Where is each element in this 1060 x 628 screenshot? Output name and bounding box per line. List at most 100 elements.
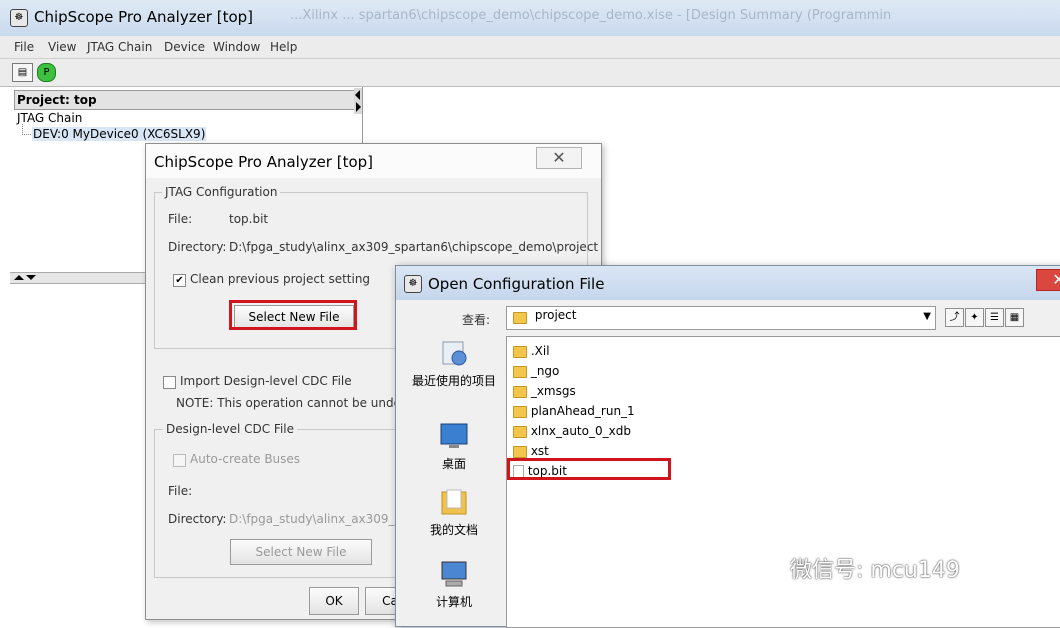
details-view-button[interactable]: ▦ (1005, 308, 1024, 327)
file-name: xlnx_auto_0_xdb (530, 424, 631, 438)
list-view-icon: ☰ (990, 312, 999, 323)
menu-bar: File View JTAG Chain Device Window Help (0, 36, 1060, 59)
new-folder-icon: ✦ (970, 312, 979, 323)
list-view-button[interactable]: ☰ (985, 308, 1004, 327)
menu-help[interactable]: Help (270, 40, 297, 54)
place-computer[interactable]: 计算机 (404, 560, 504, 610)
directory-label: Directory: (168, 240, 227, 254)
undo-note: NOTE: This operation cannot be undone (176, 396, 416, 410)
config-dialog-titlebar: ChipScope Pro Analyzer [top] ✕ (146, 144, 601, 178)
file-list-item[interactable]: .Xil (513, 344, 550, 358)
jtag-chain-icon: ▤ (17, 67, 28, 78)
cdc-select-new-file-button[interactable]: Select New File (230, 539, 372, 565)
main-window-title: ChipScope Pro Analyzer [top] (34, 8, 254, 26)
menu-window[interactable]: Window (213, 40, 260, 54)
look-in-value: project (534, 308, 577, 322)
details-view-icon: ▦ (1009, 312, 1020, 323)
watermark: 微信号: mcu149 (790, 558, 960, 583)
places-bar: 最近使用的项目 桌面 我的文档 计算机 (404, 336, 504, 626)
file-value: top.bit (229, 212, 269, 226)
file-list-item[interactable]: _xmsgs (513, 384, 576, 398)
place-computer-label: 计算机 (435, 595, 472, 609)
place-recent[interactable]: 最近使用的项目 (404, 340, 504, 390)
main-title-bar: ☸ ChipScope Pro Analyzer [top] ...Xilinx… (0, 0, 1060, 37)
jtag-configuration-legend: JTAG Configuration (162, 185, 281, 199)
import-cdc-label: Import Design-level CDC File (180, 374, 352, 388)
close-icon: ✕ (1052, 270, 1060, 289)
collapse-left-icon[interactable] (355, 90, 360, 100)
cdc-directory-label: Directory: (168, 512, 227, 526)
menu-jtag-chain[interactable]: JTAG Chain (87, 40, 152, 54)
splitter-down-icon[interactable] (26, 275, 36, 280)
new-folder-button[interactable]: ✦ (965, 308, 984, 327)
cdc-file-label: File: (168, 484, 193, 498)
file-name: _ngo (530, 364, 560, 378)
place-desktop-label: 桌面 (441, 457, 466, 471)
file-list-item[interactable]: xst (513, 444, 549, 458)
splitter-up-icon[interactable] (14, 275, 24, 280)
file-name: _xmsgs (530, 384, 576, 398)
panel-splitter[interactable] (354, 88, 362, 114)
expand-right-icon[interactable] (356, 102, 361, 112)
documents-folder-icon (441, 489, 467, 515)
look-in-label: 查看: (462, 313, 491, 327)
folder-icon (513, 365, 527, 378)
place-documents[interactable]: 我的文档 (404, 488, 504, 538)
menu-device[interactable]: Device (164, 40, 205, 54)
chevron-down-icon: ▼ (923, 311, 931, 322)
green-p-icon: P (43, 67, 50, 78)
file-name: xst (530, 444, 549, 458)
highlight-box (507, 458, 671, 480)
auto-create-buses-label: Auto-create Buses (190, 452, 301, 466)
up-folder-button[interactable]: ⤴ (945, 308, 964, 327)
folder-icon (513, 345, 527, 358)
folder-icon (513, 405, 527, 418)
ok-button[interactable]: OK (309, 587, 359, 615)
up-folder-icon: ⤴ (949, 312, 960, 323)
tree-device-node[interactable]: DEV:0 MyDevice0 (XC6SLX9) (32, 127, 207, 141)
clean-setting-label: Clean previous project setting (190, 272, 371, 286)
close-icon: ✕ (552, 148, 566, 167)
place-documents-label: 我的文档 (429, 523, 478, 537)
recent-items-icon (442, 341, 467, 366)
clean-setting-checkbox[interactable]: ✔ (173, 274, 186, 287)
import-cdc-checkbox[interactable] (163, 376, 176, 389)
open-dialog-title: Open Configuration File (428, 275, 605, 293)
file-list-item[interactable]: xlnx_auto_0_xdb (513, 424, 631, 438)
file-list-item[interactable]: planAhead_run_1 (513, 404, 635, 418)
computer-icon (441, 561, 467, 587)
folder-icon (513, 385, 527, 398)
chipscope-app-icon: ☸ (10, 9, 28, 27)
project-header: Project: top (14, 90, 355, 110)
folder-icon (513, 425, 527, 438)
file-name: .Xil (530, 344, 550, 358)
cdc-file-legend: Design-level CDC File (163, 422, 298, 436)
tree-jtag-chain[interactable]: JTAG Chain (17, 111, 82, 125)
highlight-box (229, 300, 357, 330)
auto-create-buses-checkbox[interactable] (173, 454, 186, 467)
look-in-dropdown[interactable]: project ▼ (506, 306, 936, 330)
close-button[interactable]: ✕ (1036, 269, 1060, 291)
toolbar: ▤ P (0, 59, 1060, 87)
place-recent-label: 最近使用的项目 (412, 374, 497, 388)
file-label: File: (168, 212, 193, 226)
background-window-title: ...Xilinx ... spartan6\chipscope_demo\ch… (290, 8, 892, 23)
directory-value: D:\fpga_study\alinx_ax309_spartan6\chips… (229, 240, 599, 254)
file-name: planAhead_run_1 (530, 404, 635, 418)
menu-view[interactable]: View (48, 40, 76, 54)
config-dialog-title: ChipScope Pro Analyzer [top] (154, 153, 374, 171)
open-dialog-titlebar: ☸ Open Configuration File ✕ (396, 266, 1060, 300)
file-list: .Xil _ngo _xmsgs planAhead_run_1 xlnx_au… (506, 336, 1060, 628)
cdc-directory-value: D:\fpga_study\alinx_ax309_spa (229, 512, 416, 526)
menu-file[interactable]: File (14, 40, 34, 54)
open-cable-button[interactable]: P (37, 63, 56, 82)
chipscope-app-icon: ☸ (404, 275, 422, 293)
folder-icon (513, 312, 527, 324)
open-configuration-file-dialog: ☸ Open Configuration File ✕ 查看: project … (395, 265, 1060, 628)
place-desktop[interactable]: 桌面 (404, 422, 504, 472)
close-button[interactable]: ✕ (536, 147, 582, 169)
desktop-icon (440, 423, 468, 448)
jtag-chain-button[interactable]: ▤ (12, 63, 33, 82)
folder-icon (513, 445, 527, 458)
file-list-item[interactable]: _ngo (513, 364, 559, 378)
